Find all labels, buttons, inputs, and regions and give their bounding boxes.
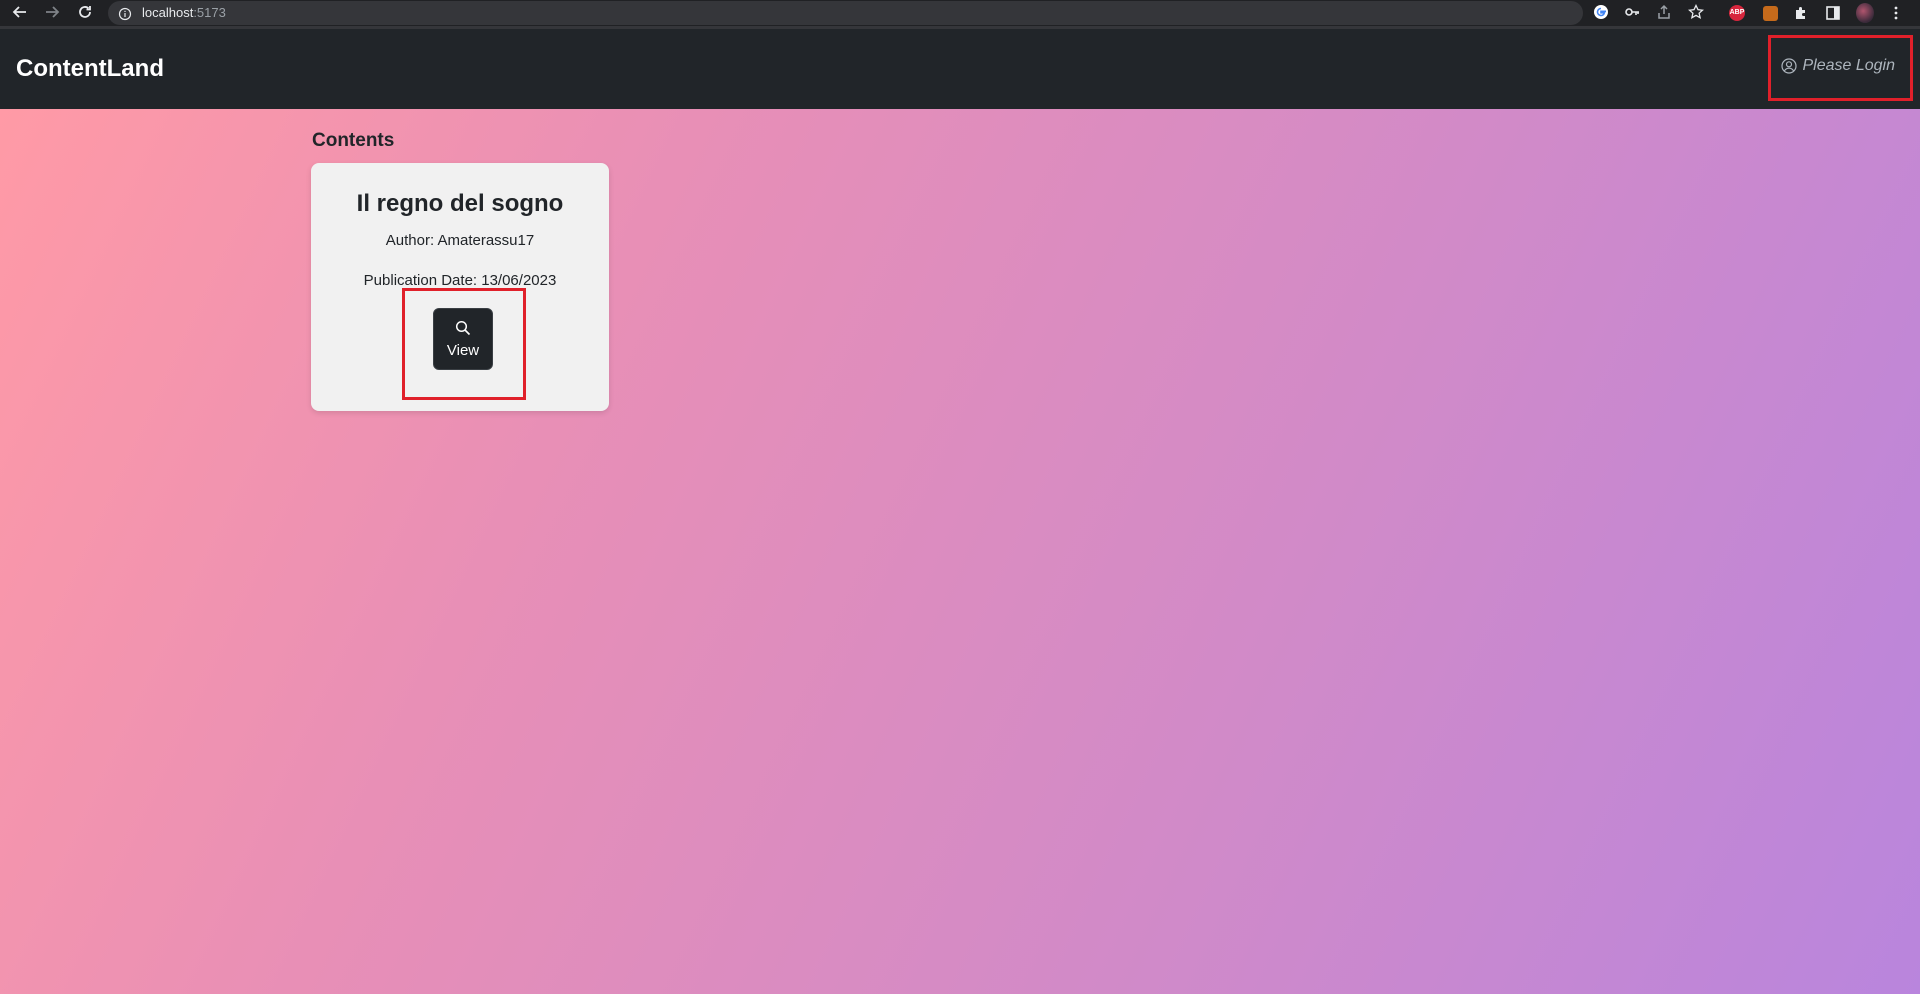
- main-content: Contents Il regno del sogno Author: Amat…: [0, 109, 1920, 994]
- section-title: Contents: [312, 130, 395, 151]
- adblock-extension-icon[interactable]: ABP: [1728, 4, 1746, 22]
- card-title: Il regno del sogno: [356, 190, 564, 217]
- profile-avatar[interactable]: [1856, 3, 1874, 23]
- abp-badge: ABP: [1729, 5, 1745, 21]
- login-label: Please Login: [1802, 57, 1895, 74]
- site-info-icon[interactable]: [118, 6, 132, 21]
- browser-toolbar: localhost:5173 ABP: [0, 0, 1920, 29]
- key-icon[interactable]: [1624, 4, 1640, 20]
- app-navbar: ContentLand Please Login: [0, 29, 1920, 109]
- orange-extension-icon[interactable]: [1761, 4, 1779, 22]
- forward-icon[interactable]: [42, 2, 62, 22]
- card-author: Author: Amaterassu17: [385, 232, 535, 249]
- search-icon: [455, 320, 471, 335]
- brand-logo[interactable]: ContentLand: [16, 55, 164, 83]
- puzzle-extensions-icon[interactable]: [1792, 4, 1810, 22]
- google-icon[interactable]: [1593, 4, 1609, 20]
- reload-icon[interactable]: [75, 2, 95, 22]
- content-card: Il regno del sogno Author: Amaterassu17 …: [311, 163, 609, 411]
- card-publication-date: Publication Date: 13/06/2023: [363, 272, 557, 289]
- back-icon[interactable]: [10, 2, 30, 22]
- login-link[interactable]: Please Login: [1781, 57, 1895, 75]
- share-icon[interactable]: [1656, 4, 1672, 20]
- view-button[interactable]: View: [433, 308, 493, 370]
- side-panel-icon[interactable]: [1824, 4, 1842, 22]
- url-text: localhost:5173: [142, 5, 226, 21]
- url-port: :5173: [193, 5, 226, 20]
- bookmark-star-icon[interactable]: [1688, 4, 1704, 20]
- view-button-label: View: [446, 341, 480, 359]
- address-bar[interactable]: localhost:5173: [108, 1, 1583, 25]
- url-host: localhost: [142, 5, 194, 20]
- menu-kebab-icon[interactable]: [1887, 4, 1905, 22]
- user-circle-icon: [1781, 58, 1798, 74]
